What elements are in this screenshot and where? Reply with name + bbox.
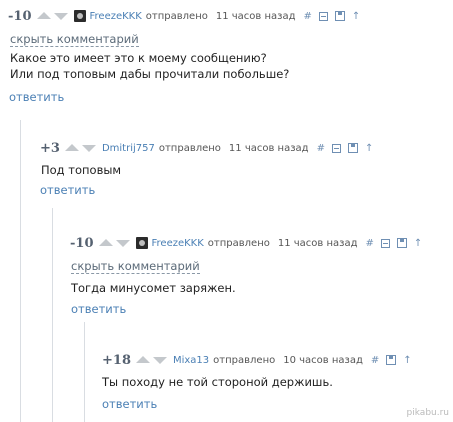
- comment-text: Ты походу не той стороной держишь.: [102, 375, 333, 389]
- save-icon[interactable]: [334, 11, 345, 21]
- timestamp: 10 часов назад: [283, 354, 363, 366]
- permalink-icon[interactable]: #: [304, 11, 312, 22]
- parent-arrow-icon[interactable]: ↑: [414, 238, 422, 249]
- thread-line-2: [52, 208, 53, 422]
- hide-comment-link[interactable]: скрыть комментарий: [10, 32, 139, 47]
- reply-link[interactable]: ответить: [102, 397, 157, 411]
- permalink-icon[interactable]: #: [317, 143, 325, 154]
- thread-line-1: [20, 120, 21, 422]
- collapse-icon[interactable]: [380, 238, 390, 248]
- sent-label: отправлено: [158, 142, 221, 154]
- rating: +18: [102, 352, 131, 368]
- save-icon[interactable]: [396, 238, 407, 248]
- rating: -10: [70, 235, 94, 251]
- permalink-icon[interactable]: #: [366, 238, 374, 249]
- collapse-icon[interactable]: [331, 143, 341, 153]
- comment-text: Какое это имеет это к моему сообщению? И…: [10, 51, 290, 81]
- parent-arrow-icon[interactable]: ↑: [352, 11, 360, 22]
- thread-line-3: [84, 322, 85, 422]
- rating: -10: [8, 8, 32, 24]
- collapse-icon[interactable]: [318, 11, 328, 21]
- comment-meta: +18 Mixa13 отправлено 10 часов назад # ↑: [102, 352, 419, 368]
- comment-meta: +3 Dmitrij757 отправлено 11 часов назад …: [40, 140, 380, 156]
- comment-text: Под топовым: [41, 163, 122, 177]
- comment-meta: -10 FreezeKKK отправлено 11 часов назад …: [70, 235, 429, 251]
- avatar[interactable]: [73, 10, 86, 22]
- upvote-icon[interactable]: [135, 356, 150, 363]
- sent-label: отправлено: [145, 10, 208, 22]
- watermark: pikabu.ru: [406, 408, 449, 418]
- timestamp: 11 часов назад: [277, 237, 358, 249]
- downvote-icon[interactable]: [53, 13, 68, 20]
- author-link[interactable]: Dmitrij757: [102, 143, 155, 154]
- timestamp: 11 часов назад: [228, 142, 309, 154]
- sent-label: отправлено: [207, 237, 270, 249]
- reply-link[interactable]: ответить: [71, 302, 126, 316]
- downvote-icon[interactable]: [81, 145, 96, 152]
- parent-arrow-icon[interactable]: ↑: [403, 355, 411, 366]
- reply-link[interactable]: ответить: [9, 90, 64, 104]
- upvote-icon[interactable]: [98, 239, 113, 246]
- comment-text: Тогда минусомет заряжен.: [71, 281, 236, 295]
- upvote-icon[interactable]: [64, 144, 79, 151]
- downvote-icon[interactable]: [115, 240, 130, 247]
- comment-meta: -10 FreezeKKK отправлено 11 часов назад …: [8, 8, 367, 24]
- save-icon[interactable]: [386, 355, 397, 365]
- hide-comment-link[interactable]: скрыть комментарий: [71, 259, 200, 274]
- permalink-icon[interactable]: #: [371, 355, 379, 366]
- timestamp: 11 часов назад: [215, 10, 296, 22]
- parent-arrow-icon[interactable]: ↑: [365, 143, 373, 154]
- author-link[interactable]: FreezeKKK: [152, 238, 204, 249]
- author-link[interactable]: FreezeKKK: [90, 11, 142, 22]
- author-link[interactable]: Mixa13: [173, 355, 209, 366]
- save-icon[interactable]: [347, 143, 358, 153]
- avatar[interactable]: [135, 237, 148, 249]
- downvote-icon[interactable]: [152, 357, 167, 364]
- upvote-icon[interactable]: [36, 12, 51, 19]
- sent-label: отправлено: [213, 354, 276, 366]
- reply-link[interactable]: ответить: [40, 183, 95, 197]
- rating: +3: [40, 140, 60, 156]
